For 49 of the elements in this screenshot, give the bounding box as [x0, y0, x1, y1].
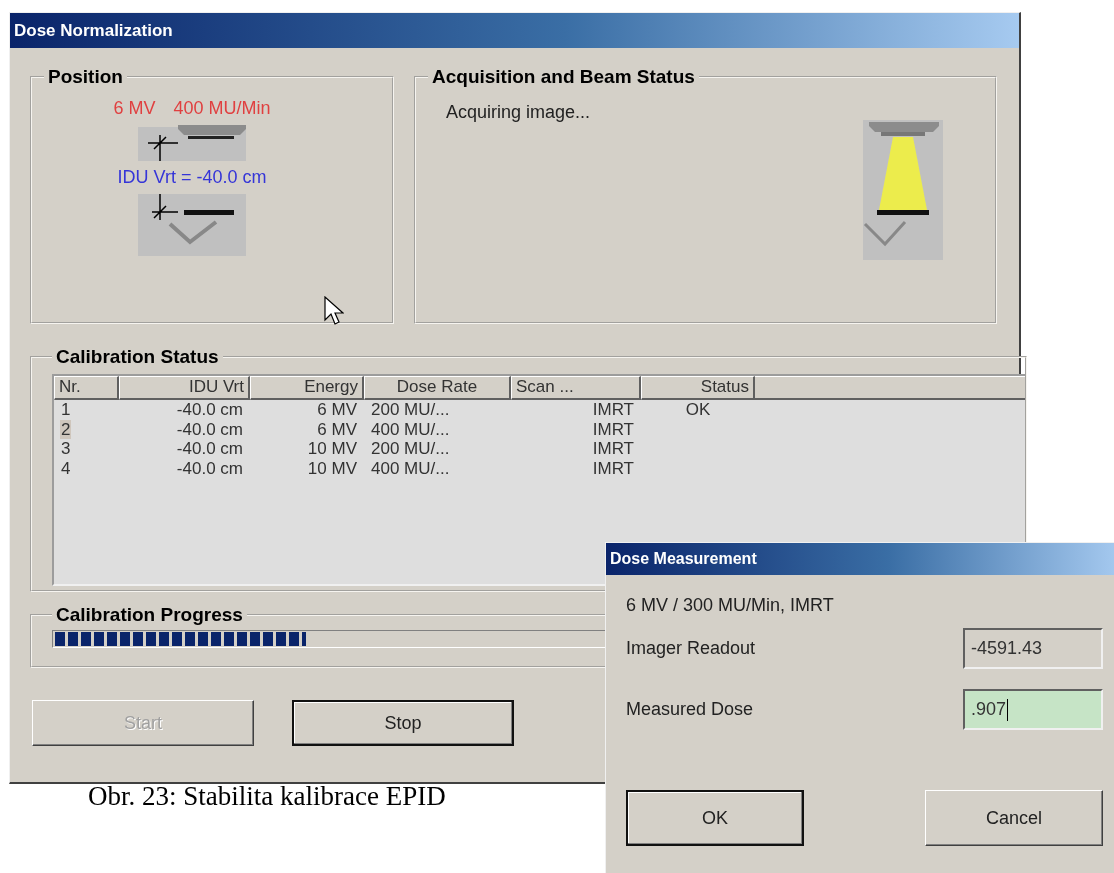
imager-position-icon	[138, 194, 246, 256]
group-title: Calibration Status	[55, 346, 220, 368]
table-cell: 10 MV	[306, 439, 358, 458]
cancel-button[interactable]: Cancel	[925, 790, 1103, 846]
group-title: Position	[47, 66, 124, 88]
column-header[interactable]: IDU Vrt	[119, 376, 250, 400]
group-title: Calibration Progress	[55, 604, 244, 626]
table-cell: 6 MV	[316, 400, 358, 419]
table-cell: 6 MV	[316, 419, 358, 439]
table-cell: IMRT	[591, 400, 635, 419]
column-header[interactable]: Scan ...	[511, 376, 641, 400]
window-title: Dose Normalization	[10, 13, 1019, 48]
table-cell: -40.0 cm	[175, 458, 244, 478]
group-title: Acquisition and Beam Status	[431, 66, 696, 88]
table-cell: 200 MU/...	[370, 439, 451, 458]
field-label: Imager Readout	[626, 638, 756, 659]
field-label: Measured Dose	[626, 699, 754, 720]
table-cell: -40.0 cm	[175, 400, 244, 419]
column-header[interactable]: Nr.	[54, 376, 119, 400]
table-cell: IMRT	[591, 439, 635, 458]
table-cell: 3	[60, 439, 72, 458]
mouse-pointer-icon	[324, 296, 344, 326]
figure-caption: Obr. 23: Stabilita kalibrace EPID	[88, 781, 446, 812]
stop-button[interactable]: Stop	[292, 700, 514, 746]
column-header[interactable]: Dose Rate	[364, 376, 511, 400]
table-cell: 1	[60, 400, 72, 419]
table-cell: -40.0 cm	[175, 439, 244, 458]
dialog-title: Dose Measurement	[606, 543, 1114, 575]
table-cell: 2	[60, 419, 72, 439]
setting-label: 6 MV / 300 MU/Min, IMRT	[626, 595, 835, 616]
table-cell: IMRT	[591, 419, 635, 439]
table-cell: 400 MU/...	[370, 419, 451, 439]
gantry-head-icon	[138, 125, 246, 161]
input-field[interactable]: .907	[963, 689, 1103, 730]
table-cell: 400 MU/...	[370, 458, 451, 478]
dose-rate-label: 400 MU/Min	[173, 98, 271, 119]
table-cell: IMRT	[591, 458, 635, 478]
column-header[interactable]: Status	[641, 376, 755, 400]
table-cell: 4	[60, 458, 72, 478]
table-cell: 10 MV	[306, 458, 358, 478]
table-cell: OK	[684, 400, 712, 419]
energy-label: 6 MV	[113, 98, 156, 119]
status-message: Acquiring image...	[446, 102, 591, 123]
table-cell: 200 MU/...	[370, 400, 451, 419]
table-cell: -40.0 cm	[175, 419, 244, 439]
ok-button[interactable]: OK	[626, 790, 804, 846]
column-header[interactable]: Energy	[250, 376, 364, 400]
imager-position-label: IDU Vrt = -40.0 cm	[117, 167, 267, 188]
input-field[interactable]: -4591.43	[963, 628, 1103, 669]
